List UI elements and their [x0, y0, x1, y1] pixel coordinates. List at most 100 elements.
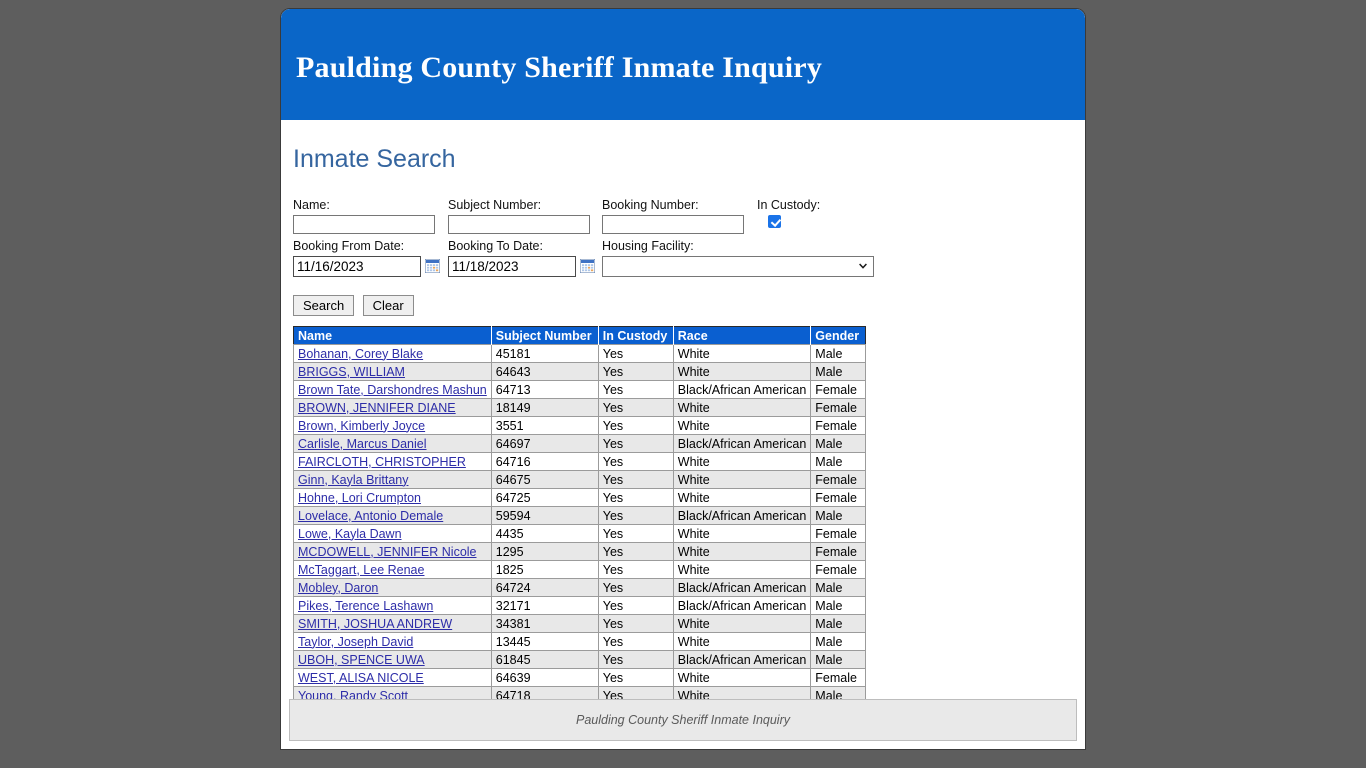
booking-number-input[interactable]	[602, 215, 744, 234]
table-row: BROWN, JENNIFER DIANE 18149 Yes White Female	[293, 398, 867, 417]
inmate-detail-link[interactable]: Lovelace, Antonio Demale	[298, 509, 443, 523]
cell-in-custody: Yes	[597, 632, 674, 651]
housing-facility-group: Housing Facility:	[602, 239, 874, 277]
cell-in-custody: Yes	[597, 614, 674, 633]
app-window: Paulding County Sheriff Inmate Inquiry I…	[280, 8, 1086, 750]
cell-name: BRIGGS, WILLIAM	[293, 362, 492, 381]
inmate-detail-link[interactable]: BRIGGS, WILLIAM	[298, 365, 405, 379]
cell-subject-number: 64697	[490, 434, 599, 453]
cell-name: SMITH, JOSHUA ANDREW	[293, 614, 492, 633]
table-row: Brown Tate, Darshondres Mashun 64713 Yes Bl…	[293, 380, 867, 399]
booking-from-date-input[interactable]	[293, 256, 421, 277]
cell-name: Carlisle, Marcus Daniel	[293, 434, 492, 453]
calendar-icon[interactable]	[579, 258, 596, 274]
inmate-detail-link[interactable]: Lowe, Kayla Dawn	[298, 527, 402, 541]
cell-subject-number: 32171	[490, 596, 599, 615]
cell-race: White	[672, 560, 812, 579]
inmate-detail-link[interactable]: UBOH, SPENCE UWA	[298, 653, 425, 667]
cell-gender: Female	[810, 488, 867, 507]
in-custody-checkbox[interactable]	[768, 215, 781, 228]
cell-race: Black/African American	[672, 578, 812, 597]
cell-gender: Male	[810, 578, 867, 597]
calendar-icon[interactable]	[424, 258, 441, 274]
column-header-subject-number[interactable]: Subject Number	[491, 326, 599, 345]
in-custody-label: In Custody:	[757, 198, 821, 212]
cell-race: White	[672, 542, 812, 561]
cell-name: Brown, Kimberly Joyce	[293, 416, 492, 435]
cell-name: Lowe, Kayla Dawn	[293, 524, 492, 543]
cell-name: Bohanan, Corey Blake	[293, 344, 492, 363]
cell-subject-number: 64716	[490, 452, 599, 471]
subject-number-input[interactable]	[448, 215, 590, 234]
housing-facility-label: Housing Facility:	[602, 239, 694, 253]
cell-subject-number: 64725	[490, 488, 599, 507]
name-input[interactable]	[293, 215, 435, 234]
booking-to-date-input[interactable]	[448, 256, 576, 277]
column-header-gender[interactable]: Gender	[810, 326, 866, 345]
cell-name: Taylor, Joseph David	[293, 632, 492, 651]
cell-race: White	[672, 488, 812, 507]
table-row: WEST, ALISA NICOLE 64639 Yes White Female	[293, 668, 867, 687]
cell-in-custody: Yes	[597, 488, 674, 507]
cell-race: White	[672, 362, 812, 381]
inmate-detail-link[interactable]: Ginn, Kayla Brittany	[298, 473, 408, 487]
inmate-detail-link[interactable]: Mobley, Daron	[298, 581, 378, 595]
cell-race: White	[672, 614, 812, 633]
cell-subject-number: 64724	[490, 578, 599, 597]
inmate-detail-link[interactable]: Brown Tate, Darshondres Mashun	[298, 383, 487, 397]
page-banner: Paulding County Sheriff Inmate Inquiry	[281, 9, 1085, 120]
clear-button[interactable]: Clear	[362, 295, 414, 316]
cell-gender: Male	[810, 596, 867, 615]
table-row: Lovelace, Antonio Demale 59594 Yes Black/Af…	[293, 506, 867, 525]
cell-gender: Male	[810, 632, 867, 651]
table-row: UBOH, SPENCE UWA 61845 Yes Black/African Am…	[293, 650, 867, 669]
results-table-head: Name Subject Number In Custody Race Gend…	[293, 326, 866, 345]
column-header-in-custody[interactable]: In Custody	[598, 326, 674, 345]
cell-race: Black/African American	[672, 380, 812, 399]
inmate-detail-link[interactable]: BROWN, JENNIFER DIANE	[298, 401, 456, 415]
inmate-detail-link[interactable]: McTaggart, Lee Renae	[298, 563, 424, 577]
cell-in-custody: Yes	[597, 506, 674, 525]
table-row: Hohne, Lori Crumpton 64725 Yes White Female	[293, 488, 867, 507]
footer-text: Paulding County Sheriff Inmate Inquiry	[575, 713, 790, 727]
cell-gender: Female	[810, 470, 867, 489]
cell-in-custody: Yes	[597, 434, 674, 453]
inmate-detail-link[interactable]: MCDOWELL, JENNIFER Nicole	[298, 545, 477, 559]
cell-subject-number: 45181	[490, 344, 599, 363]
subject-number-label: Subject Number:	[448, 198, 542, 212]
page-title: Inmate Search	[293, 145, 456, 173]
cell-name: WEST, ALISA NICOLE	[293, 668, 492, 687]
inmate-detail-link[interactable]: Carlisle, Marcus Daniel	[298, 437, 427, 451]
inmate-detail-link[interactable]: WEST, ALISA NICOLE	[298, 671, 424, 685]
cell-in-custody: Yes	[597, 560, 674, 579]
cell-in-custody: Yes	[597, 362, 674, 381]
cell-gender: Male	[810, 452, 867, 471]
cell-race: White	[672, 416, 812, 435]
cell-in-custody: Yes	[597, 344, 674, 363]
housing-facility-select[interactable]	[602, 256, 874, 277]
cell-subject-number: 64675	[490, 470, 599, 489]
cell-gender: Female	[810, 416, 867, 435]
cell-gender: Female	[810, 668, 867, 687]
booking-to-date-group: Booking To Date:	[448, 239, 596, 277]
booking-from-date-label: Booking From Date:	[293, 239, 405, 253]
inmate-detail-link[interactable]: Bohanan, Corey Blake	[298, 347, 423, 361]
cell-in-custody: Yes	[597, 578, 674, 597]
cell-name: Hohne, Lori Crumpton	[293, 488, 492, 507]
results-table-body: Bohanan, Corey Blake 45181 Yes White Male BRI…	[293, 344, 867, 705]
inmate-detail-link[interactable]: Brown, Kimberly Joyce	[298, 419, 425, 433]
column-header-name[interactable]: Name	[293, 326, 492, 345]
table-row: Carlisle, Marcus Daniel 64697 Yes Black/Afr…	[293, 434, 867, 453]
table-row: McTaggart, Lee Renae 1825 Yes White Female	[293, 560, 867, 579]
inmate-detail-link[interactable]: SMITH, JOSHUA ANDREW	[298, 617, 452, 631]
cell-in-custody: Yes	[597, 668, 674, 687]
inmate-detail-link[interactable]: Pikes, Terence Lashawn	[298, 599, 433, 613]
table-row: Bohanan, Corey Blake 45181 Yes White Male	[293, 344, 867, 363]
inmate-detail-link[interactable]: Taylor, Joseph David	[298, 635, 413, 649]
cell-in-custody: Yes	[597, 542, 674, 561]
inmate-detail-link[interactable]: Hohne, Lori Crumpton	[298, 491, 421, 505]
inmate-detail-link[interactable]: FAIRCLOTH, CHRISTOPHER	[298, 455, 466, 469]
search-button[interactable]: Search	[293, 295, 355, 316]
column-header-race[interactable]: Race	[673, 326, 812, 345]
cell-subject-number: 4435	[490, 524, 599, 543]
